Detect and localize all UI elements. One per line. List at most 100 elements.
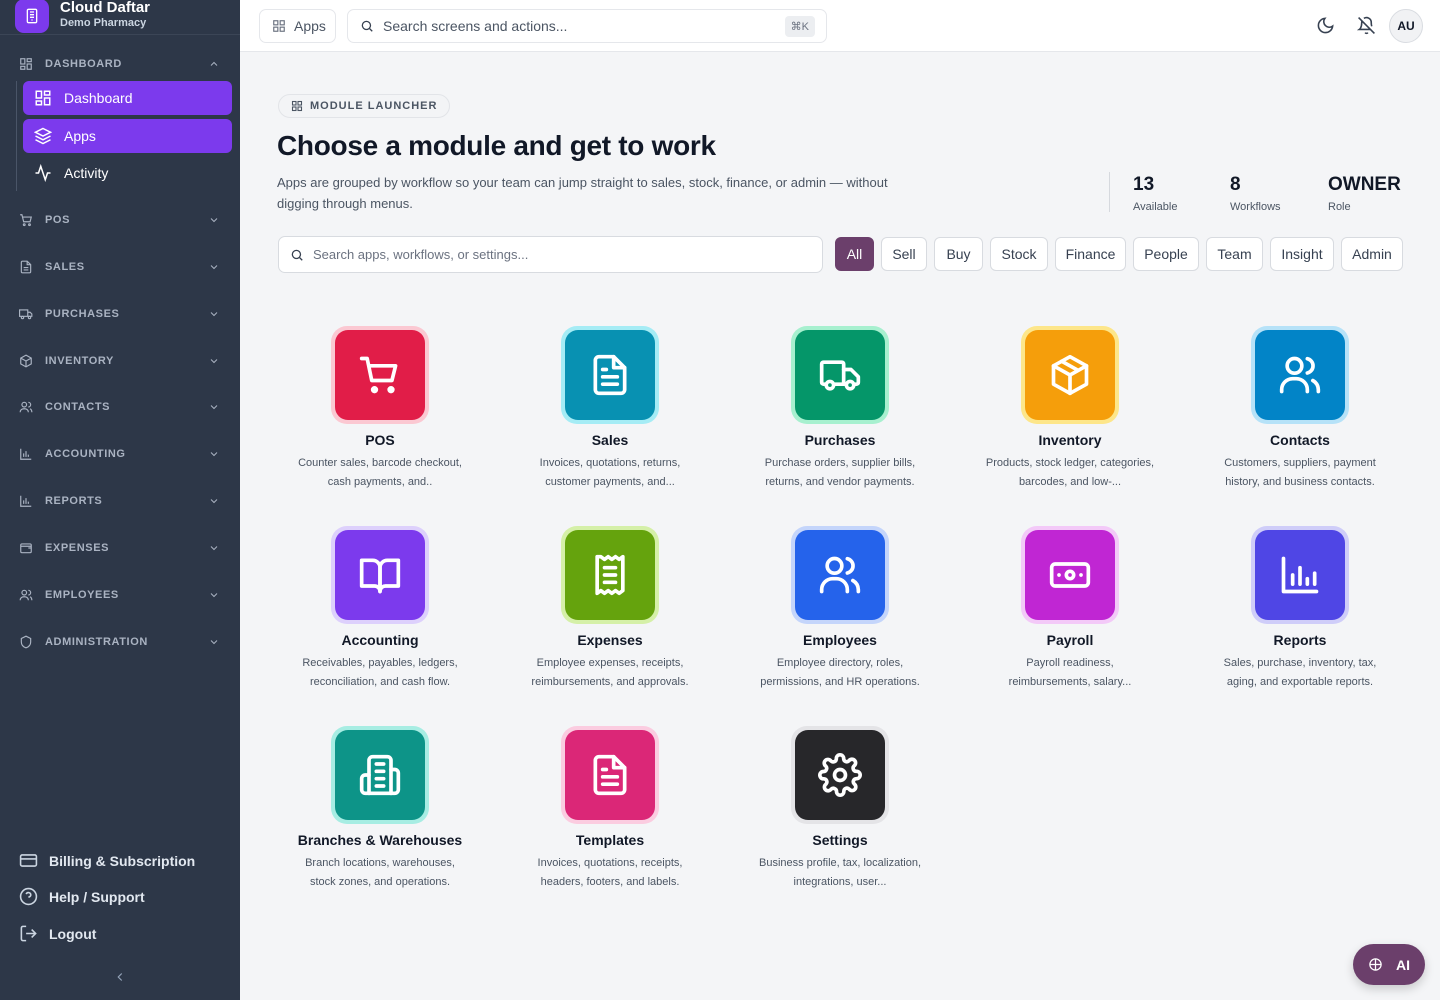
filter-admin[interactable]: Admin	[1341, 237, 1403, 271]
filter-finance[interactable]: Finance	[1055, 237, 1126, 271]
module-tile-expenses[interactable]: Expenses Employee expenses, receipts, re…	[495, 526, 725, 692]
users-icon	[819, 556, 861, 594]
tile-icon-box	[1255, 530, 1345, 620]
section-employees[interactable]: EMPLOYEES	[0, 583, 240, 607]
layers-icon	[34, 127, 52, 145]
section-label: SALES	[45, 261, 85, 273]
stat-label: Role	[1328, 201, 1351, 213]
module-tile-branches[interactable]: Branches & Warehouses Branch locations, …	[265, 726, 495, 892]
module-tile-settings[interactable]: Settings Business profile, tax, localiza…	[725, 726, 955, 892]
bell-off-icon[interactable]	[1357, 16, 1376, 35]
module-name: POS	[365, 432, 395, 448]
module-name: Contacts	[1270, 432, 1330, 448]
receipt-icon	[595, 554, 625, 596]
module-search[interactable]	[278, 236, 823, 273]
chevron-down-icon	[210, 593, 218, 598]
cart-icon	[359, 356, 398, 394]
apps-button[interactable]: Apps	[259, 9, 336, 43]
module-description: Employee directory, roles, permissions, …	[760, 657, 920, 688]
global-search-input[interactable]	[383, 18, 783, 34]
chart-icon	[1281, 556, 1319, 594]
book-icon	[359, 558, 401, 594]
gear-icon	[818, 753, 862, 797]
module-search-input[interactable]	[313, 247, 793, 262]
module-tile-contacts[interactable]: Contacts Customers, suppliers, payment h…	[1185, 326, 1415, 492]
module-tile-inventory[interactable]: Inventory Products, stock ledger, catego…	[955, 326, 1185, 492]
filter-insight[interactable]: Insight	[1270, 237, 1334, 271]
tile-icon-box	[565, 330, 655, 420]
section-expenses[interactable]: EXPENSES	[0, 536, 240, 560]
dashboard-icon	[20, 58, 32, 70]
ai-button-label: AI	[1396, 956, 1410, 973]
filter-people[interactable]: People	[1133, 237, 1199, 271]
brand[interactable]: Cloud Daftar Demo Pharmacy	[0, 0, 240, 35]
module-tile-pos[interactable]: POS Counter sales, barcode checkout, cas…	[265, 326, 495, 492]
truck-icon	[819, 360, 861, 391]
sidebar: Cloud Daftar Demo Pharmacy DASHBOARD Das…	[0, 0, 240, 1000]
module-description: Business profile, tax, localization, int…	[758, 857, 922, 888]
moon-icon[interactable]	[1316, 16, 1335, 35]
module-launcher-badge: MODULE LAUNCHER	[278, 94, 451, 118]
module-tile-employees[interactable]: Employees Employee directory, roles, per…	[725, 526, 955, 692]
module-tile-accounting[interactable]: Accounting Receivables, payables, ledger…	[265, 526, 495, 692]
chevron-down-icon	[210, 452, 218, 457]
section-sales[interactable]: SALES	[0, 255, 240, 279]
document-icon	[593, 754, 627, 796]
section-purchases[interactable]: PURCHASES	[0, 302, 240, 326]
topbar: Apps ⌘K AU	[240, 0, 1440, 52]
help-link[interactable]: Help / Support	[19, 887, 145, 906]
section-contacts[interactable]: CONTACTS	[0, 395, 240, 419]
section-accounting[interactable]: ACCOUNTING	[0, 442, 240, 466]
tile-ring	[791, 526, 889, 624]
module-description: Employee expenses, receipts, reimburseme…	[531, 657, 689, 688]
ai-assistant-button[interactable]: AI	[1353, 944, 1425, 985]
filter-sell[interactable]: Sell	[881, 237, 927, 271]
sidebar-item-activity[interactable]: Activity	[23, 156, 232, 190]
section-label: ACCOUNTING	[45, 448, 126, 460]
module-tile-sales[interactable]: Sales Invoices, quotations, returns, cus…	[495, 326, 725, 492]
module-description: Sales, purchase, inventory, tax, aging, …	[1223, 657, 1377, 688]
module-name: Expenses	[577, 632, 643, 648]
collapse-sidebar-icon[interactable]	[113, 970, 127, 984]
section-administration[interactable]: ADMINISTRATION	[0, 630, 240, 654]
sidebar-item-label: Apps	[64, 128, 96, 144]
apps-button-label: Apps	[294, 18, 326, 34]
filter-team[interactable]: Team	[1206, 237, 1263, 271]
section-label: REPORTS	[45, 495, 103, 507]
section-inventory[interactable]: INVENTORY	[0, 349, 240, 373]
module-tile-purchases[interactable]: Purchases Purchase orders, supplier bill…	[725, 326, 955, 492]
chevron-down-icon	[210, 265, 218, 270]
filter-stock[interactable]: Stock	[990, 237, 1048, 271]
module-tile-payroll[interactable]: Payroll Payroll readiness, reimbursement…	[955, 526, 1185, 692]
tile-icon-box	[335, 330, 425, 420]
filter-all[interactable]: All	[835, 237, 874, 271]
section-pos[interactable]: POS	[0, 208, 240, 232]
module-tile-reports[interactable]: Reports Sales, purchase, inventory, tax,…	[1185, 526, 1415, 692]
module-description: Receivables, payables, ledgers, reconcil…	[302, 657, 458, 688]
section-reports[interactable]: REPORTS	[0, 489, 240, 513]
section-label: CONTACTS	[45, 401, 111, 413]
module-tile-templates[interactable]: Templates Invoices, quotations, receipts…	[495, 726, 725, 892]
sidebar-item-dashboard[interactable]: Dashboard	[23, 81, 232, 115]
tile-ring	[561, 726, 659, 824]
section-dashboard[interactable]: DASHBOARD	[0, 52, 240, 76]
global-search[interactable]: ⌘K	[347, 9, 827, 43]
sidebar-item-label: Dashboard	[64, 90, 133, 106]
module-name: Sales	[591, 432, 629, 448]
module-name: Templates	[575, 832, 645, 848]
section-label: EXPENSES	[45, 542, 110, 554]
help-label: Help / Support	[49, 888, 145, 905]
sidebar-item-apps[interactable]: Apps	[23, 119, 232, 153]
section-label: ADMINISTRATION	[45, 636, 148, 648]
stat-value: 8	[1230, 174, 1241, 195]
filter-buy[interactable]: Buy	[934, 237, 983, 271]
module-name: Branches & Warehouses	[297, 832, 463, 848]
logout-icon	[20, 925, 37, 942]
sparkle-icon	[1369, 958, 1382, 971]
logout-link[interactable]: Logout	[19, 924, 96, 943]
help-icon	[19, 887, 38, 906]
module-description: Counter sales, barcode checkout, cash pa…	[298, 457, 462, 488]
billing-link[interactable]: Billing & Subscription	[19, 851, 195, 870]
tile-ring	[1251, 526, 1349, 624]
avatar[interactable]: AU	[1389, 9, 1423, 43]
